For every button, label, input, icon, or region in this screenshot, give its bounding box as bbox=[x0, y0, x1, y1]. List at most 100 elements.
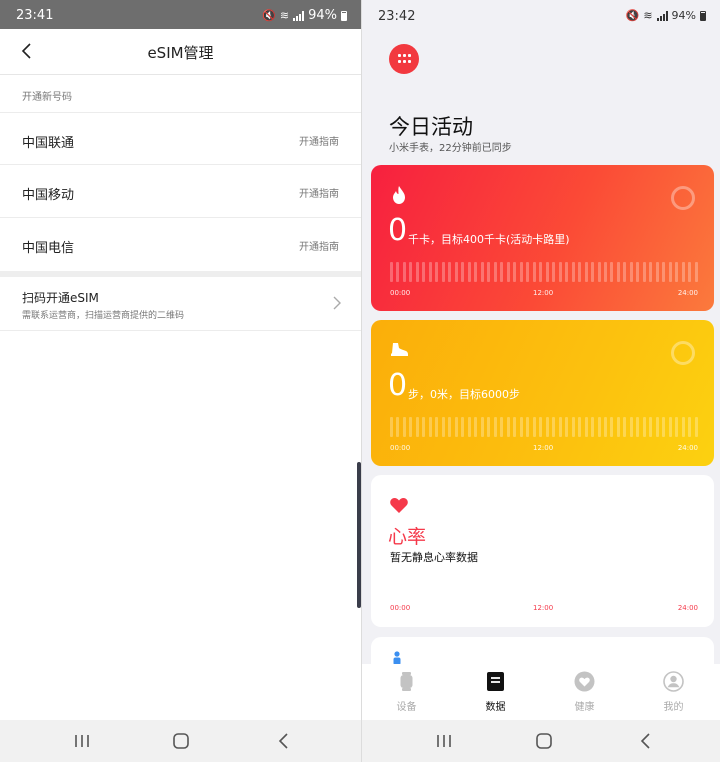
hour-bar bbox=[487, 417, 491, 437]
hour-bar bbox=[610, 417, 614, 437]
hour-bar bbox=[649, 417, 653, 437]
hour-bar bbox=[681, 262, 685, 282]
tab-profile[interactable]: 我的 bbox=[629, 664, 718, 720]
hour-bar bbox=[513, 417, 517, 437]
steps-card[interactable]: 0 步，0米，目标6000步 00:00 12:00 24:00 bbox=[371, 320, 714, 466]
tick-label: 24:00 bbox=[677, 444, 698, 452]
esim-screen: 23:41 🔇 ≋ 94% eSIM管理 开通新号码 中国联通 开通指南 中国移… bbox=[0, 0, 361, 762]
hour-bar bbox=[642, 417, 646, 437]
hour-bar bbox=[500, 417, 504, 437]
section-label: 开通新号码 bbox=[22, 92, 72, 103]
nav-back-icon[interactable] bbox=[636, 732, 656, 750]
hour-bar bbox=[428, 417, 432, 437]
home-icon[interactable] bbox=[171, 732, 191, 750]
wifi-icon: ≋ bbox=[279, 9, 290, 22]
calories-goal: 千卡，目标400千卡(活动卡路里) bbox=[408, 233, 570, 246]
tab-device[interactable]: 设备 bbox=[362, 664, 451, 720]
recent-apps-icon[interactable] bbox=[434, 732, 454, 750]
heart-rate-title: 心率 bbox=[388, 526, 427, 548]
home-icon[interactable] bbox=[534, 732, 554, 750]
system-nav-bar bbox=[362, 720, 720, 762]
guide-link[interactable]: 开通指南 bbox=[299, 133, 339, 148]
hour-bar bbox=[629, 262, 633, 282]
scan-subtitle: 需联系运营商，扫描运营商提供的二维码 bbox=[22, 311, 185, 321]
hour-bar bbox=[513, 262, 517, 282]
recent-apps-icon[interactable] bbox=[72, 732, 92, 750]
hour-bar bbox=[662, 262, 666, 282]
profile-icon bbox=[663, 671, 684, 692]
hour-bar bbox=[571, 417, 575, 437]
hour-bar bbox=[603, 417, 607, 437]
hour-bar bbox=[526, 262, 530, 282]
carrier-row-mobile[interactable]: 中国移动 开通指南 bbox=[0, 164, 361, 216]
tick-label: 24:00 bbox=[677, 604, 698, 612]
tick-label: 12:00 bbox=[533, 444, 554, 452]
hour-bar bbox=[467, 417, 471, 437]
hour-bar bbox=[461, 417, 465, 437]
progress-ring bbox=[671, 341, 695, 365]
tick-label: 00:00 bbox=[390, 604, 411, 612]
tick-label: 00:00 bbox=[390, 289, 411, 297]
sync-status: 小米手表，22分钟前已同步 bbox=[389, 143, 512, 154]
time-axis: 00:00 12:00 24:00 bbox=[390, 444, 698, 454]
status-time: 23:42 bbox=[378, 9, 416, 24]
hour-bar bbox=[603, 262, 607, 282]
hour-bar bbox=[610, 262, 614, 282]
steps-goal: 步，0米，目标6000步 bbox=[408, 388, 520, 401]
hour-bar bbox=[487, 262, 491, 282]
hour-bar bbox=[616, 417, 620, 437]
hour-bar bbox=[396, 417, 400, 437]
hour-bar bbox=[390, 417, 393, 437]
hour-bar bbox=[474, 262, 478, 282]
watch-icon bbox=[400, 672, 413, 691]
hour-bar bbox=[441, 417, 445, 437]
scan-esim-row[interactable]: 扫码开通eSIM 需联系运营商，扫描运营商提供的二维码 bbox=[0, 277, 361, 331]
hour-bar bbox=[526, 417, 530, 437]
hour-bar bbox=[532, 262, 536, 282]
guide-link[interactable]: 开通指南 bbox=[299, 238, 339, 253]
carrier-row-unicom[interactable]: 中国联通 开通指南 bbox=[0, 112, 361, 164]
hour-bar bbox=[390, 262, 393, 282]
hour-bar bbox=[694, 417, 698, 437]
data-icon bbox=[487, 672, 504, 691]
hour-bar bbox=[655, 417, 659, 437]
hour-bar bbox=[649, 262, 653, 282]
hour-bar bbox=[578, 262, 582, 282]
hour-bar bbox=[616, 262, 620, 282]
hour-bar bbox=[558, 262, 562, 282]
tab-data[interactable]: 数据 bbox=[451, 664, 540, 720]
battery-icon bbox=[341, 10, 347, 21]
carrier-row-telecom[interactable]: 中国电信 开通指南 bbox=[0, 217, 361, 269]
nav-back-icon[interactable] bbox=[274, 732, 294, 750]
hour-bar bbox=[597, 262, 601, 282]
system-nav-bar bbox=[0, 720, 361, 762]
hour-bar bbox=[591, 417, 595, 437]
heart-icon bbox=[390, 498, 408, 513]
grid-icon bbox=[398, 54, 411, 64]
tab-label: 我的 bbox=[663, 702, 684, 713]
hourly-bars bbox=[390, 417, 698, 437]
hour-bar bbox=[675, 417, 679, 437]
apps-menu-button[interactable] bbox=[389, 44, 419, 74]
tick-label: 00:00 bbox=[390, 444, 411, 452]
hour-bar bbox=[591, 262, 595, 282]
battery-percent: 94% bbox=[308, 8, 337, 23]
calories-card[interactable]: 0 千卡，目标400千卡(活动卡路里) 00:00 12:00 24:00 bbox=[371, 165, 714, 311]
hour-bar bbox=[636, 417, 640, 437]
edge-panel-handle[interactable] bbox=[357, 462, 361, 608]
tab-health[interactable]: 健康 bbox=[540, 664, 629, 720]
hour-bar bbox=[662, 417, 666, 437]
tick-label: 12:00 bbox=[533, 604, 554, 612]
hour-bar bbox=[597, 417, 601, 437]
hour-bar bbox=[558, 417, 562, 437]
hour-bar bbox=[480, 417, 484, 437]
title-bar: eSIM管理 bbox=[0, 29, 361, 75]
guide-link[interactable]: 开通指南 bbox=[299, 185, 339, 200]
calories-value: 0 bbox=[388, 213, 408, 248]
hour-bar bbox=[552, 417, 556, 437]
hour-bar bbox=[493, 262, 497, 282]
hour-bar bbox=[448, 417, 452, 437]
heart-rate-card[interactable]: 心率 暂无静息心率数据 00:00 12:00 24:00 bbox=[371, 475, 714, 627]
hour-bar bbox=[409, 262, 413, 282]
hour-bar bbox=[396, 262, 400, 282]
